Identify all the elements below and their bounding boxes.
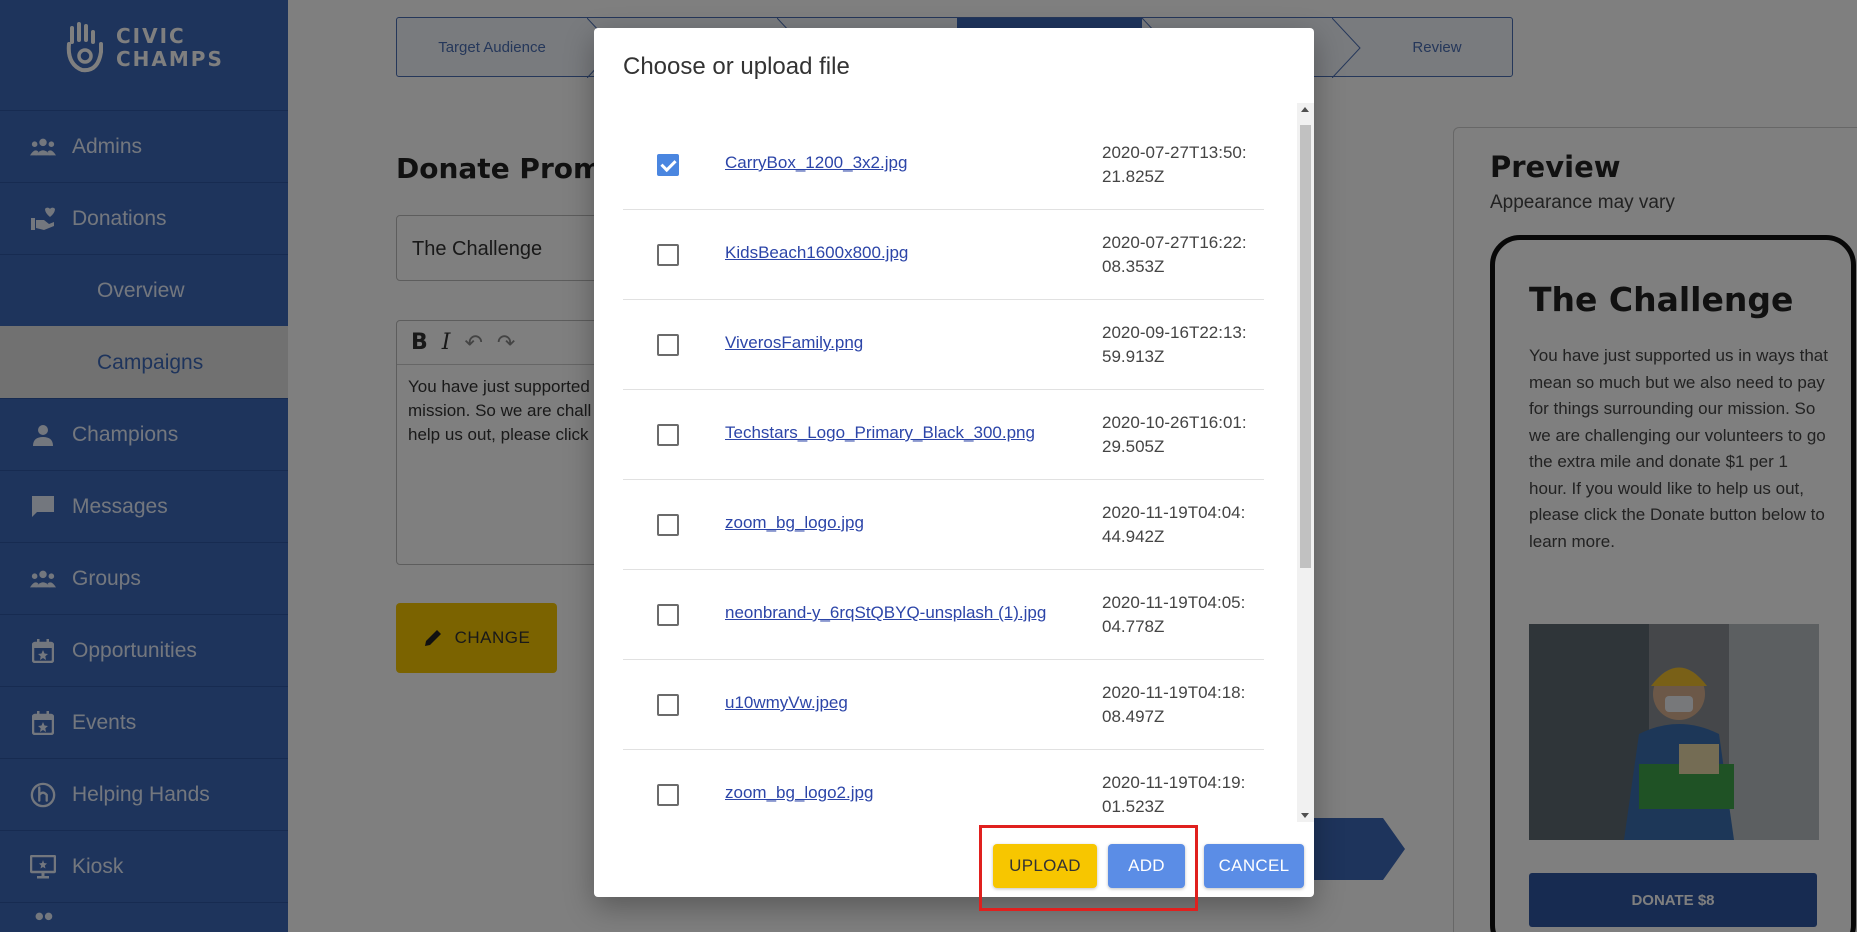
file-checkbox[interactable] bbox=[657, 424, 679, 446]
file-row[interactable]: zoom_bg_logo.jpg 2020-11-19T04:04:44.942… bbox=[623, 480, 1264, 570]
file-checkbox[interactable] bbox=[657, 514, 679, 536]
file-name-link[interactable]: neonbrand-y_6rqStQBYQ-unsplash (1).jpg bbox=[725, 603, 1046, 623]
file-name-link[interactable]: CarryBox_1200_3x2.jpg bbox=[725, 153, 907, 173]
file-name-link[interactable]: zoom_bg_logo.jpg bbox=[725, 513, 864, 533]
file-date: 2020-11-19T04:19:01.523Z bbox=[1102, 773, 1246, 816]
file-list-scrollbar[interactable] bbox=[1297, 103, 1314, 822]
file-picker-dialog: Choose or upload file CarryBox_1200_3x2.… bbox=[594, 28, 1314, 897]
file-date: 2020-09-16T22:13:59.913Z bbox=[1102, 323, 1247, 366]
file-checkbox[interactable] bbox=[657, 784, 679, 806]
file-date: 2020-11-19T04:05:04.778Z bbox=[1102, 593, 1246, 636]
file-name-link[interactable]: KidsBeach1600x800.jpg bbox=[725, 243, 908, 263]
file-checkbox[interactable] bbox=[657, 244, 679, 266]
file-name-link[interactable]: Techstars_Logo_Primary_Black_300.png bbox=[725, 423, 1035, 443]
scrollbar-thumb[interactable] bbox=[1300, 125, 1311, 568]
file-name-link[interactable]: u10wmyVw.jpeg bbox=[725, 693, 848, 713]
scroll-up-arrow-icon[interactable] bbox=[1301, 107, 1309, 112]
highlight-annotation-box bbox=[979, 825, 1198, 911]
file-row[interactable]: CarryBox_1200_3x2.jpg 2020-07-27T13:50:2… bbox=[623, 120, 1264, 210]
file-row[interactable]: u10wmyVw.jpeg 2020-11-19T04:18:08.497Z bbox=[623, 660, 1264, 750]
scroll-down-arrow-icon[interactable] bbox=[1301, 813, 1309, 818]
file-row[interactable]: neonbrand-y_6rqStQBYQ-unsplash (1).jpg 2… bbox=[623, 570, 1264, 660]
file-checkbox[interactable] bbox=[657, 604, 679, 626]
file-date: 2020-11-19T04:18:08.497Z bbox=[1102, 683, 1246, 726]
file-checkbox[interactable] bbox=[657, 334, 679, 356]
file-name-link[interactable]: zoom_bg_logo2.jpg bbox=[725, 783, 873, 803]
file-date: 2020-11-19T04:04:44.942Z bbox=[1102, 503, 1246, 546]
cancel-button[interactable]: CANCEL bbox=[1204, 844, 1304, 888]
dialog-title: Choose or upload file bbox=[623, 53, 850, 80]
file-row[interactable]: Techstars_Logo_Primary_Black_300.png 202… bbox=[623, 390, 1264, 480]
file-checkbox[interactable] bbox=[657, 154, 679, 176]
file-row[interactable]: KidsBeach1600x800.jpg 2020-07-27T16:22:0… bbox=[623, 210, 1264, 300]
file-checkbox[interactable] bbox=[657, 694, 679, 716]
file-date: 2020-07-27T16:22:08.353Z bbox=[1102, 233, 1247, 276]
file-name-link[interactable]: ViverosFamily.png bbox=[725, 333, 863, 353]
file-list: CarryBox_1200_3x2.jpg 2020-07-27T13:50:2… bbox=[623, 120, 1264, 845]
file-date: 2020-10-26T16:01:29.505Z bbox=[1102, 413, 1247, 456]
file-row[interactable]: ViverosFamily.png 2020-09-16T22:13:59.91… bbox=[623, 300, 1264, 390]
file-date: 2020-07-27T13:50:21.825Z bbox=[1102, 143, 1247, 186]
